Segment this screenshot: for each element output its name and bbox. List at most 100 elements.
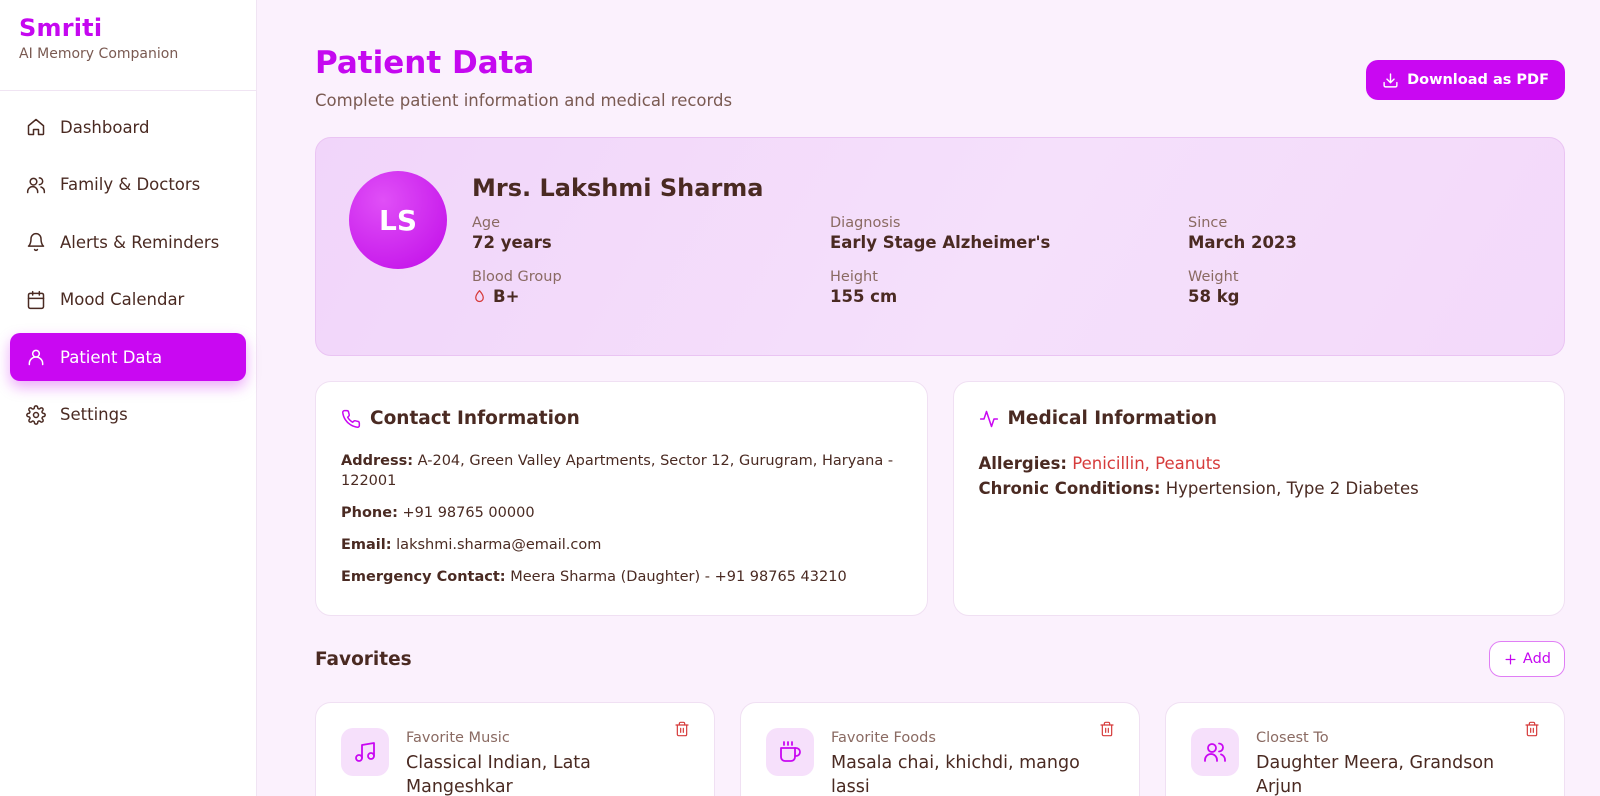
- user-icon: [26, 347, 46, 367]
- coffee-icon: [766, 728, 814, 776]
- plus-icon: [1503, 652, 1518, 667]
- phone-label: Phone:: [341, 505, 398, 521]
- bell-icon: [26, 232, 46, 252]
- sidebar-item-label: Family & Doctors: [60, 175, 201, 194]
- emergency-label: Emergency Contact:: [341, 569, 506, 585]
- contact-title: Contact Information: [341, 408, 902, 429]
- field-value: Early Stage Alzheimer's: [830, 233, 1051, 252]
- contact-address: Address: A-204, Green Valley Apartments,…: [341, 451, 902, 491]
- favorite-label: Favorite Music: [406, 730, 510, 746]
- field-value: 155 cm: [830, 287, 898, 306]
- favorites-title: Favorites: [315, 648, 412, 670]
- brand-name: Smriti: [19, 14, 103, 42]
- info-row: Contact Information Address: A-204, Gree…: [315, 381, 1565, 616]
- favorite-value: Daughter Meera, Grandson Arjun: [1256, 753, 1495, 796]
- sidebar-item-mood-calendar[interactable]: Mood Calendar: [10, 276, 246, 324]
- medical-allergies: Allergies: Penicillin, Peanuts: [979, 451, 1540, 476]
- address-value: A-204, Green Valley Apartments, Sector 1…: [341, 453, 894, 489]
- users-icon: [26, 175, 46, 195]
- field-label: Diagnosis: [830, 215, 901, 231]
- music-icon: [341, 728, 389, 776]
- allergies-label: Allergies:: [978, 454, 1068, 473]
- medical-details: Allergies: Penicillin, Peanuts Chronic C…: [979, 451, 1540, 501]
- sidebar-item-patient-data[interactable]: Patient Data: [10, 333, 246, 381]
- add-label: Add: [1522, 651, 1551, 667]
- trash-icon[interactable]: [1524, 721, 1542, 739]
- brand-tagline: AI Memory Companion: [19, 46, 179, 62]
- trash-icon[interactable]: [1099, 721, 1117, 739]
- activity-icon: [979, 409, 999, 429]
- field-blood-group: Blood Group B+: [472, 269, 830, 306]
- blood-group-value: B+: [493, 287, 520, 306]
- patient-fields: Age 72 years Diagnosis Early Stage Alzhe…: [472, 215, 1531, 306]
- sidebar-item-label: Patient Data: [60, 347, 163, 367]
- email-value: lakshmi.sharma@email.com: [396, 537, 602, 553]
- favorite-card-music: Favorite Music Classical Indian, Lata Ma…: [315, 702, 715, 796]
- favorite-label: Favorite Foods: [831, 730, 936, 746]
- chronic-value: Hypertension, Type 2 Diabetes: [1165, 479, 1419, 498]
- field-label: Blood Group: [472, 269, 562, 285]
- gear-icon: [26, 404, 46, 425]
- main-content: Patient Data Complete patient informatio…: [257, 0, 1600, 796]
- favorites-list: Favorite Music Classical Indian, Lata Ma…: [315, 702, 1565, 796]
- sidebar-item-settings[interactable]: Settings: [10, 391, 246, 439]
- avatar: LS: [349, 171, 447, 269]
- contact-details: Address: A-204, Green Valley Apartments,…: [341, 451, 902, 587]
- contact-email: Email: lakshmi.sharma@email.com: [341, 535, 902, 555]
- home-icon: [26, 117, 46, 137]
- phone-value: +91 98765 00000: [402, 505, 535, 521]
- field-label: Weight: [1188, 269, 1239, 285]
- contact-card: Contact Information Address: A-204, Gree…: [315, 381, 928, 616]
- brand: Smriti AI Memory Companion: [0, 0, 256, 91]
- contact-phone: Phone: +91 98765 00000: [341, 503, 902, 523]
- app-root: Smriti AI Memory Companion Dashboard Fam…: [0, 0, 1600, 796]
- patient-info: Mrs. Lakshmi Sharma Age 72 years Diagnos…: [472, 171, 1531, 322]
- sidebar-item-dashboard[interactable]: Dashboard: [10, 103, 246, 151]
- address-label: Address:: [341, 453, 414, 469]
- favorites-header: Favorites Add: [315, 641, 1565, 677]
- people-icon: [1191, 728, 1239, 776]
- field-label: Since: [1188, 215, 1228, 231]
- sidebar-item-label: Dashboard: [60, 117, 150, 137]
- field-value: 72 years: [472, 233, 552, 252]
- field-value: B+: [472, 287, 830, 306]
- field-value: March 2023: [1188, 233, 1297, 252]
- email-label: Email:: [341, 537, 392, 553]
- sidebar-item-family-doctors[interactable]: Family & Doctors: [10, 161, 246, 209]
- sidebar: Smriti AI Memory Companion Dashboard Fam…: [0, 0, 257, 796]
- page-subtitle: Complete patient information and medical…: [315, 91, 733, 110]
- contact-title-text: Contact Information: [370, 408, 580, 429]
- field-weight: Weight 58 kg: [1188, 269, 1488, 306]
- trash-icon[interactable]: [674, 721, 692, 739]
- field-age: Age 72 years: [472, 215, 830, 252]
- medical-chronic: Chronic Conditions: Hypertension, Type 2…: [979, 476, 1540, 501]
- field-label: Age: [472, 215, 501, 231]
- favorite-card-foods: Favorite Foods Masala chai, khichdi, man…: [740, 702, 1140, 796]
- field-value: 58 kg: [1188, 287, 1240, 306]
- field-label: Height: [830, 269, 878, 285]
- droplet-icon: [472, 289, 487, 304]
- medical-title-text: Medical Information: [1007, 408, 1218, 429]
- download-pdf-label: Download as PDF: [1407, 72, 1549, 88]
- favorite-text: Favorite Foods Masala chai, khichdi, man…: [831, 728, 1096, 796]
- field-height: Height 155 cm: [830, 269, 1188, 306]
- calendar-icon: [26, 290, 46, 310]
- favorite-value: Classical Indian, Lata Mangeshkar: [406, 753, 591, 796]
- patient-name: Mrs. Lakshmi Sharma: [472, 174, 764, 202]
- sidebar-nav: Dashboard Family & Doctors Alerts & Remi…: [0, 91, 256, 460]
- download-pdf-button[interactable]: Download as PDF: [1366, 60, 1565, 100]
- favorite-text: Favorite Music Classical Indian, Lata Ma…: [406, 728, 671, 796]
- page-title: Patient Data: [315, 45, 535, 81]
- medical-card: Medical Information Allergies: Penicilli…: [952, 381, 1565, 616]
- patient-profile-card: LS Mrs. Lakshmi Sharma Age 72 years Diag…: [315, 137, 1565, 356]
- add-favorite-button[interactable]: Add: [1488, 641, 1565, 677]
- emergency-value: Meera Sharma (Daughter) - +91 98765 4321…: [510, 569, 847, 585]
- medical-title: Medical Information: [979, 408, 1540, 429]
- sidebar-item-label: Settings: [60, 405, 128, 424]
- favorite-value: Masala chai, khichdi, mango lassi: [831, 753, 1080, 796]
- field-diagnosis: Diagnosis Early Stage Alzheimer's: [830, 215, 1188, 252]
- sidebar-item-alerts[interactable]: Alerts & Reminders: [10, 218, 246, 266]
- sidebar-item-label: Alerts & Reminders: [60, 232, 220, 252]
- contact-emergency: Emergency Contact: Meera Sharma (Daughte…: [341, 567, 902, 587]
- sidebar-item-label: Mood Calendar: [60, 290, 185, 309]
